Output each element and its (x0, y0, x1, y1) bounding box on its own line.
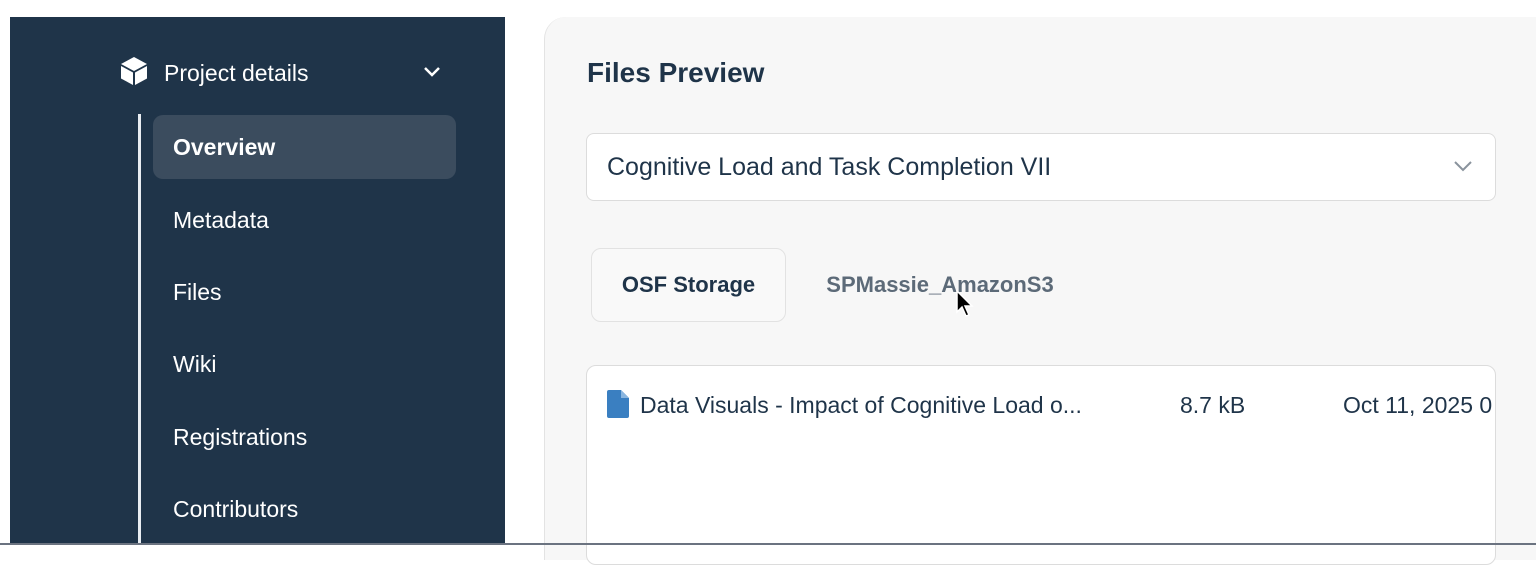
project-select[interactable]: Cognitive Load and Task Completion VII (586, 133, 1496, 201)
sidebar-item-contributors[interactable]: Contributors (153, 477, 456, 541)
sidebar-item-files[interactable]: Files (153, 260, 456, 324)
tree-line (138, 114, 141, 544)
tab-osf-storage[interactable]: OSF Storage (591, 248, 786, 322)
sidebar: Project details Overview Metadata Files … (10, 17, 505, 544)
tab-label: SPMassie_AmazonS3 (826, 272, 1054, 297)
sidebar-item-label: Contributors (173, 495, 299, 522)
mouse-cursor-icon (956, 290, 974, 317)
sidebar-item-label: Wiki (173, 350, 217, 377)
sidebar-item-label: Metadata (173, 206, 269, 233)
project-select-value: Cognitive Load and Task Completion VII (607, 152, 1052, 181)
files-preview-panel: Files Preview Cognitive Load and Task Co… (544, 17, 1536, 565)
tab-label: OSF Storage (621, 272, 756, 297)
cube-icon (118, 55, 150, 92)
sidebar-item-label: Registrations (173, 423, 308, 450)
file-modified-date: Oct 11, 2025 0 (1343, 392, 1493, 418)
file-row[interactable]: Data Visuals - Impact of Cognitive Load … (587, 384, 1495, 424)
project-details-toggle[interactable]: Project details (118, 55, 443, 91)
sidebar-item-metadata[interactable]: Metadata (153, 188, 456, 252)
file-name[interactable]: Data Visuals - Impact of Cognitive Load … (640, 392, 1082, 419)
divider (0, 543, 1536, 545)
tab-spmassie-amazons3[interactable]: SPMassie_AmazonS3 (815, 248, 1065, 322)
chevron-down-icon (1451, 153, 1475, 182)
chevron-down-icon[interactable] (421, 60, 443, 87)
sidebar-item-wiki[interactable]: Wiki (153, 332, 456, 396)
section-title: Project details (164, 59, 309, 86)
file-list: Data Visuals - Impact of Cognitive Load … (586, 365, 1496, 565)
sidebar-item-registrations[interactable]: Registrations (153, 405, 456, 469)
sidebar-item-overview[interactable]: Overview (153, 115, 456, 179)
sidebar-item-label: Files (173, 278, 222, 305)
page-title: Files Preview (587, 57, 765, 88)
file-size: 8.7 kB (1180, 392, 1246, 418)
sidebar-item-label: Overview (173, 133, 276, 160)
